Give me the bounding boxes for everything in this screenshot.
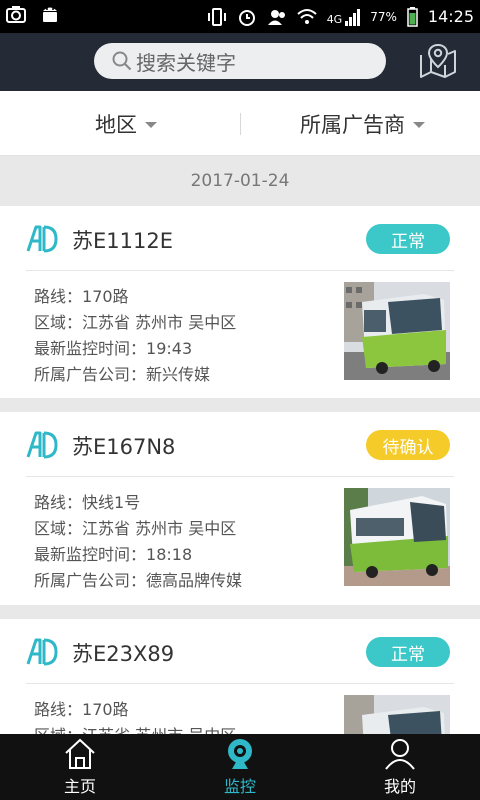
route-label: 路线： xyxy=(34,493,83,512)
last-time-label: 最新监控时间： xyxy=(34,545,147,564)
company-label: 所属广告公司： xyxy=(34,571,147,590)
app-header: 搜索关键字 xyxy=(0,33,480,91)
area-label: 区域： xyxy=(34,313,83,332)
nav-home[interactable]: 主页 xyxy=(0,734,160,800)
logo-icon xyxy=(26,225,58,253)
last-time-value: 19:43 xyxy=(146,339,193,358)
region-filter-label: 地区 xyxy=(95,112,137,137)
chevron-down-icon xyxy=(145,121,157,128)
vibrate-icon xyxy=(207,7,226,26)
logo-icon xyxy=(26,431,58,459)
area-value: 江苏省 苏州市 吴中区 xyxy=(82,313,237,332)
status-badge: 正常 xyxy=(366,224,450,254)
signal-icon: 4G xyxy=(327,8,361,26)
status-badge: 正常 xyxy=(366,637,450,667)
area-label: 区域： xyxy=(34,519,83,538)
company-value: 新兴传媒 xyxy=(146,365,211,384)
filter-bar: 地区 所属广告商 xyxy=(0,91,480,156)
route-label: 路线： xyxy=(34,287,83,306)
advertiser-filter-label: 所属广告商 xyxy=(300,112,405,137)
nav-monitor[interactable]: 监控 xyxy=(160,734,320,800)
monitor-icon xyxy=(228,739,252,769)
nav-home-label: 主页 xyxy=(63,777,96,796)
bus-info: 路线：170路 区域：江苏省 苏州市 吴中区 xyxy=(34,697,236,734)
company-label: 所属广告公司： xyxy=(34,365,147,384)
date-label: 2017-01-24 xyxy=(190,171,290,191)
last-time-value: 18:18 xyxy=(146,545,193,564)
alarm-icon xyxy=(238,9,255,26)
area-value: 江苏省 苏州市 吴中区 xyxy=(82,726,236,734)
nav-mine[interactable]: 我的 xyxy=(320,734,480,800)
search-placeholder: 搜索关键字 xyxy=(136,50,236,75)
android-icon xyxy=(43,7,57,22)
route-value: 快线1号 xyxy=(82,493,141,512)
bus-photo[interactable] xyxy=(344,282,450,380)
search-input[interactable]: 搜索关键字 xyxy=(94,43,386,79)
area-label: 区域： xyxy=(34,726,82,734)
filter-divider xyxy=(240,113,241,135)
card-header: 苏E23X89 正常 xyxy=(0,619,480,683)
advertiser-filter[interactable]: 所属广告商 xyxy=(300,91,425,156)
bus-info: 路线：快线1号 区域：江苏省 苏州市 吴中区 最新监控时间：18:18 所属广告… xyxy=(34,490,242,594)
area-value: 江苏省 苏州市 吴中区 xyxy=(82,519,237,538)
search-icon xyxy=(112,51,132,71)
status-bar: 4G 77% 14:25 xyxy=(0,0,480,33)
plate-number: 苏E167N8 xyxy=(72,435,176,459)
chevron-down-icon xyxy=(413,121,425,128)
card-header: 苏E1112E 正常 xyxy=(0,206,480,270)
company-value: 德高品牌传媒 xyxy=(146,571,243,590)
clock: 14:25 xyxy=(427,7,474,26)
divider xyxy=(26,270,454,271)
camera-icon xyxy=(6,6,26,23)
nav-monitor-label: 监控 xyxy=(223,777,256,796)
last-time-label: 最新监控时间： xyxy=(34,339,147,358)
wifi-icon xyxy=(297,8,317,24)
divider xyxy=(26,683,454,684)
battery-percent: 77% xyxy=(370,9,397,24)
bottom-nav: 主页 监控 我的 xyxy=(0,734,480,800)
bus-card[interactable]: 苏E23X89 正常 路线：170路 区域：江苏省 苏州市 吴中区 xyxy=(0,619,480,734)
bus-info: 路线：170路 区域：江苏省 苏州市 吴中区 最新监控时间：19:43 所属广告… xyxy=(34,284,236,388)
status-badge: 待确认 xyxy=(366,430,450,460)
route-label: 路线： xyxy=(34,700,83,719)
route-value: 170路 xyxy=(82,287,129,306)
card-header: 苏E167N8 待确认 xyxy=(0,412,480,476)
bus-card[interactable]: 苏E167N8 待确认 路线：快线1号 区域：江苏省 苏州市 吴中区 最新监控时… xyxy=(0,412,480,605)
plate-number: 苏E23X89 xyxy=(72,642,175,666)
card-gap xyxy=(0,605,480,619)
user-icon xyxy=(385,739,415,770)
route-value: 170路 xyxy=(82,700,129,719)
bus-photo[interactable] xyxy=(344,488,450,586)
divider xyxy=(26,476,454,477)
network-label: 4G xyxy=(326,12,343,26)
plate-number: 苏E1112E xyxy=(72,229,173,253)
home-icon xyxy=(65,738,95,769)
region-filter[interactable]: 地区 xyxy=(95,91,157,156)
bus-card[interactable]: 苏E1112E 正常 路线：170路 区域：江苏省 苏州市 吴中区 最新监控时间… xyxy=(0,206,480,398)
map-pin-icon[interactable] xyxy=(418,41,458,81)
nav-mine-label: 我的 xyxy=(383,777,416,796)
logo-icon xyxy=(26,638,58,666)
battery-icon xyxy=(407,6,418,27)
card-gap xyxy=(0,398,480,412)
contacts-icon xyxy=(267,9,285,25)
bus-photo[interactable] xyxy=(344,695,450,734)
date-section-header: 2017-01-24 xyxy=(0,156,480,206)
